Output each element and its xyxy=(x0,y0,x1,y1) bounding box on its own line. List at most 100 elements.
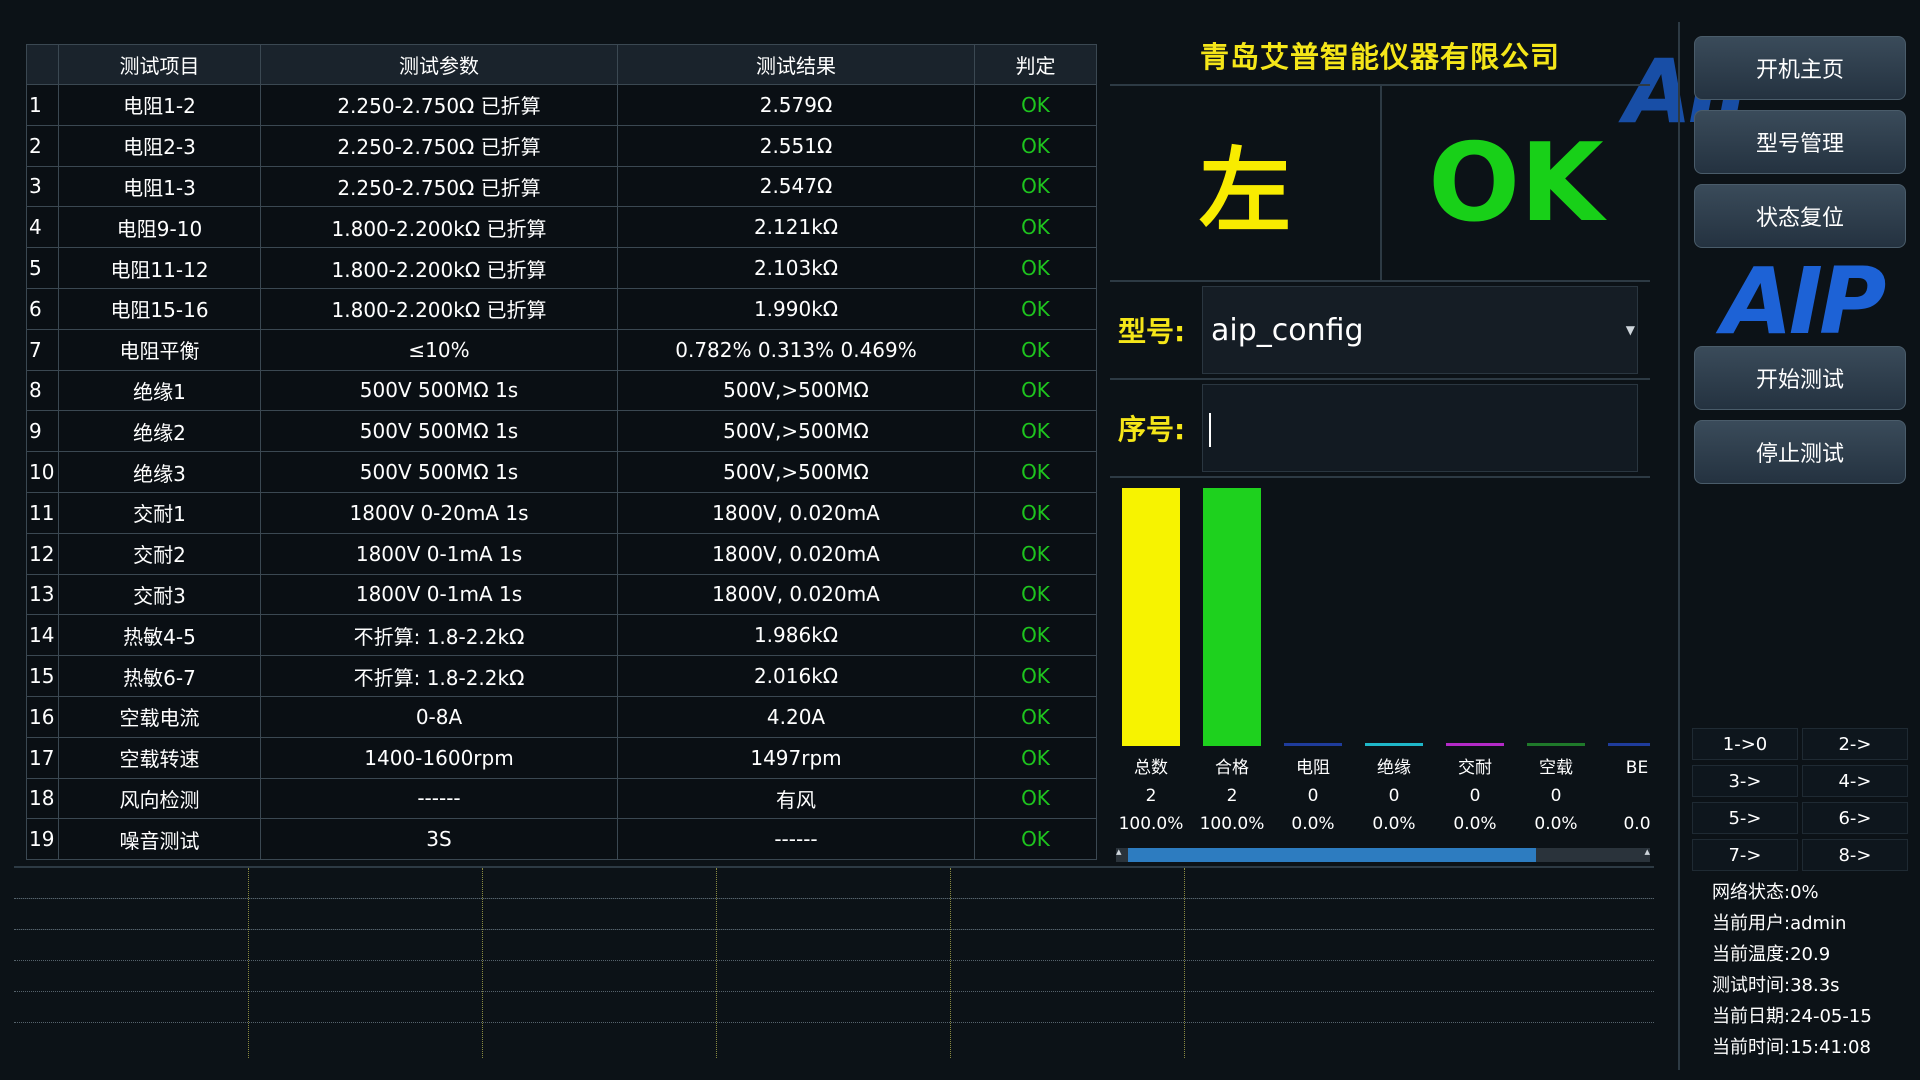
table-row[interactable]: 9 绝缘2 500V 500MΩ 1s 500V,>500MΩ OK xyxy=(26,410,1097,453)
table-header-row: 测试项目 测试参数 测试结果 判定 xyxy=(26,44,1097,85)
table-row[interactable]: 5 电阻11-12 1.800-2.200kΩ 已折算 2.103kΩ OK xyxy=(26,247,1097,289)
table-row[interactable]: 17 空载转速 1400-1600rpm 1497rpm OK xyxy=(26,736,1097,779)
table-row[interactable]: 3 电阻1-3 2.250-2.750Ω 已折算 2.547Ω OK xyxy=(26,165,1097,208)
chart-column-labels: 合格 2 100.0% xyxy=(1192,754,1272,838)
header-param: 测试参数 xyxy=(260,44,618,85)
grid-line xyxy=(482,868,483,1058)
grid-line xyxy=(248,868,249,1058)
chevron-down-icon[interactable]: ▼ xyxy=(1626,323,1635,337)
model-select[interactable]: aip_config ▼ xyxy=(1202,286,1638,374)
chart-bar xyxy=(1527,743,1585,746)
table-row[interactable]: 19 噪音测试 3S ------ OK xyxy=(26,818,1097,861)
stop-test-button[interactable]: 停止测试 xyxy=(1694,420,1906,484)
station-4-button[interactable]: 4-> xyxy=(1802,765,1908,797)
test-verdict: OK xyxy=(974,369,1097,412)
status-reset-button[interactable]: 状态复位 xyxy=(1694,184,1906,248)
model-management-button[interactable]: 型号管理 xyxy=(1694,110,1906,174)
chart-column-labels: 交耐 0 0.0% xyxy=(1435,754,1515,838)
scroll-left-icon[interactable]: ▴ xyxy=(1116,845,1122,858)
table-row[interactable]: 15 热敏6-7 不折算: 1.8-2.2kΩ 2.016kΩ OK xyxy=(26,655,1097,697)
chart-category-label: 总数 xyxy=(1134,758,1168,778)
row-index: 18 xyxy=(26,777,59,820)
table-row[interactable]: 18 风向检测 ------ 有风 OK xyxy=(26,777,1097,820)
scroll-right-icon[interactable]: ▴ xyxy=(1644,845,1650,858)
test-param: 500V 500MΩ 1s xyxy=(260,410,618,453)
chart-percent-label: 100.0% xyxy=(1199,814,1265,834)
table-row[interactable]: 12 交耐2 1800V 0-1mA 1s 1800V, 0.020mA OK xyxy=(26,532,1097,575)
test-verdict: OK xyxy=(974,491,1097,534)
test-result: ------ xyxy=(617,818,975,861)
station-1-button[interactable]: 1->0 xyxy=(1692,728,1798,760)
side-indicator: 左 xyxy=(1198,137,1291,245)
test-result: 有风 xyxy=(617,777,975,820)
chart-count-label: 0 xyxy=(1469,786,1481,806)
test-verdict: OK xyxy=(974,777,1097,820)
chart-percent-label: 0.0% xyxy=(1291,814,1335,834)
station-7-button[interactable]: 7-> xyxy=(1692,839,1798,871)
chart-category-label: 绝缘 xyxy=(1377,758,1411,778)
model-label: 型号: xyxy=(1118,315,1186,348)
start-test-button[interactable]: 开始测试 xyxy=(1694,346,1906,410)
table-body: 1 电阻1-2 2.250-2.750Ω 已折算 2.579Ω OK 2 电阻2-3 2.25… xyxy=(26,84,1097,861)
test-result: 1800V, 0.020mA xyxy=(617,573,975,616)
test-param: 3S xyxy=(260,818,618,861)
current-user: 当前用户:admin xyxy=(1712,913,1847,934)
row-index: 5 xyxy=(26,247,59,289)
table-row[interactable]: 8 绝缘1 500V 500MΩ 1s 500V,>500MΩ OK xyxy=(26,369,1097,412)
station-8-button[interactable]: 8-> xyxy=(1802,839,1908,871)
table-row[interactable]: 16 空载电流 0-8A 4.20A OK xyxy=(26,695,1097,738)
row-index: 7 xyxy=(26,328,59,371)
test-param: 2.250-2.750Ω 已折算 xyxy=(260,124,618,167)
home-button[interactable]: 开机主页 xyxy=(1694,36,1906,100)
table-row[interactable]: 4 电阻9-10 1.800-2.200kΩ 已折算 2.121kΩ OK xyxy=(26,206,1097,249)
test-param: 2.250-2.750Ω 已折算 xyxy=(260,165,618,208)
test-result: 1.990kΩ xyxy=(617,287,975,330)
test-result: 1800V, 0.020mA xyxy=(617,491,975,534)
table-row[interactable]: 1 电阻1-2 2.250-2.750Ω 已折算 2.579Ω OK xyxy=(26,84,1097,126)
test-result: 2.121kΩ xyxy=(617,206,975,249)
test-result: 500V,>500MΩ xyxy=(617,369,975,412)
test-item: 热敏6-7 xyxy=(58,655,261,697)
chart-scrollbar[interactable]: ▴ ▴ xyxy=(1116,845,1650,862)
station-3-button[interactable]: 3-> xyxy=(1692,765,1798,797)
chart-bar xyxy=(1446,743,1504,746)
current-temperature: 当前温度:20.9 xyxy=(1712,944,1831,965)
station-5-button[interactable]: 5-> xyxy=(1692,802,1798,834)
chart-category-label: 电阻 xyxy=(1296,758,1330,778)
test-verdict: OK xyxy=(974,451,1097,493)
table-row[interactable]: 13 交耐3 1800V 0-1mA 1s 1800V, 0.020mA OK xyxy=(26,573,1097,616)
table-row[interactable]: 2 电阻2-3 2.250-2.750Ω 已折算 2.551Ω OK xyxy=(26,124,1097,167)
header-result: 测试结果 xyxy=(617,44,975,85)
status-area: 左 OK xyxy=(1110,86,1650,282)
test-item: 电阻平衡 xyxy=(58,328,261,371)
chart-column-labels: 空载 0 0.0% xyxy=(1516,754,1596,838)
table-row[interactable]: 6 电阻15-16 1.800-2.200kΩ 已折算 1.990kΩ OK xyxy=(26,287,1097,330)
station-2-button[interactable]: 2-> xyxy=(1802,728,1908,760)
test-item: 交耐3 xyxy=(58,573,261,616)
overall-result: OK xyxy=(1428,120,1604,246)
current-date: 当前日期:24-05-15 xyxy=(1712,1006,1872,1027)
chart-count-label: 2 xyxy=(1145,786,1157,806)
results-table: 测试项目 测试参数 测试结果 判定 1 电阻1-2 2.250-2.750Ω 已折算… xyxy=(26,44,1097,861)
test-item: 电阻1-3 xyxy=(58,165,261,208)
chart-column-labels: 电阻 0 0.0% xyxy=(1273,754,1353,838)
header-verdict: 判定 xyxy=(974,44,1097,85)
row-index: 8 xyxy=(26,369,59,412)
chart-count-label xyxy=(1597,782,1650,810)
test-param: 1800V 0-1mA 1s xyxy=(260,532,618,575)
table-row[interactable]: 7 电阻平衡 ≤10% 0.782% 0.313% 0.469% OK xyxy=(26,328,1097,371)
table-row[interactable]: 10 绝缘3 500V 500MΩ 1s 500V,>500MΩ OK xyxy=(26,451,1097,493)
header-item: 测试项目 xyxy=(58,44,261,85)
chart-category-label: BE xyxy=(1625,758,1649,778)
test-result: 1497rpm xyxy=(617,736,975,779)
table-row[interactable]: 14 热敏4-5 不折算: 1.8-2.2kΩ 1.986kΩ OK xyxy=(26,614,1097,657)
table-row[interactable]: 11 交耐1 1800V 0-20mA 1s 1800V, 0.020mA OK xyxy=(26,491,1097,534)
test-param: 不折算: 1.8-2.2kΩ xyxy=(260,655,618,697)
test-result: 2.551Ω xyxy=(617,124,975,167)
chart-column-labels: 绝缘 0 0.0% xyxy=(1354,754,1434,838)
row-index: 19 xyxy=(26,818,59,861)
station-6-button[interactable]: 6-> xyxy=(1802,802,1908,834)
scrollbar-thumb[interactable] xyxy=(1128,848,1536,862)
test-item: 电阻15-16 xyxy=(58,287,261,330)
serial-input[interactable] xyxy=(1202,384,1638,472)
